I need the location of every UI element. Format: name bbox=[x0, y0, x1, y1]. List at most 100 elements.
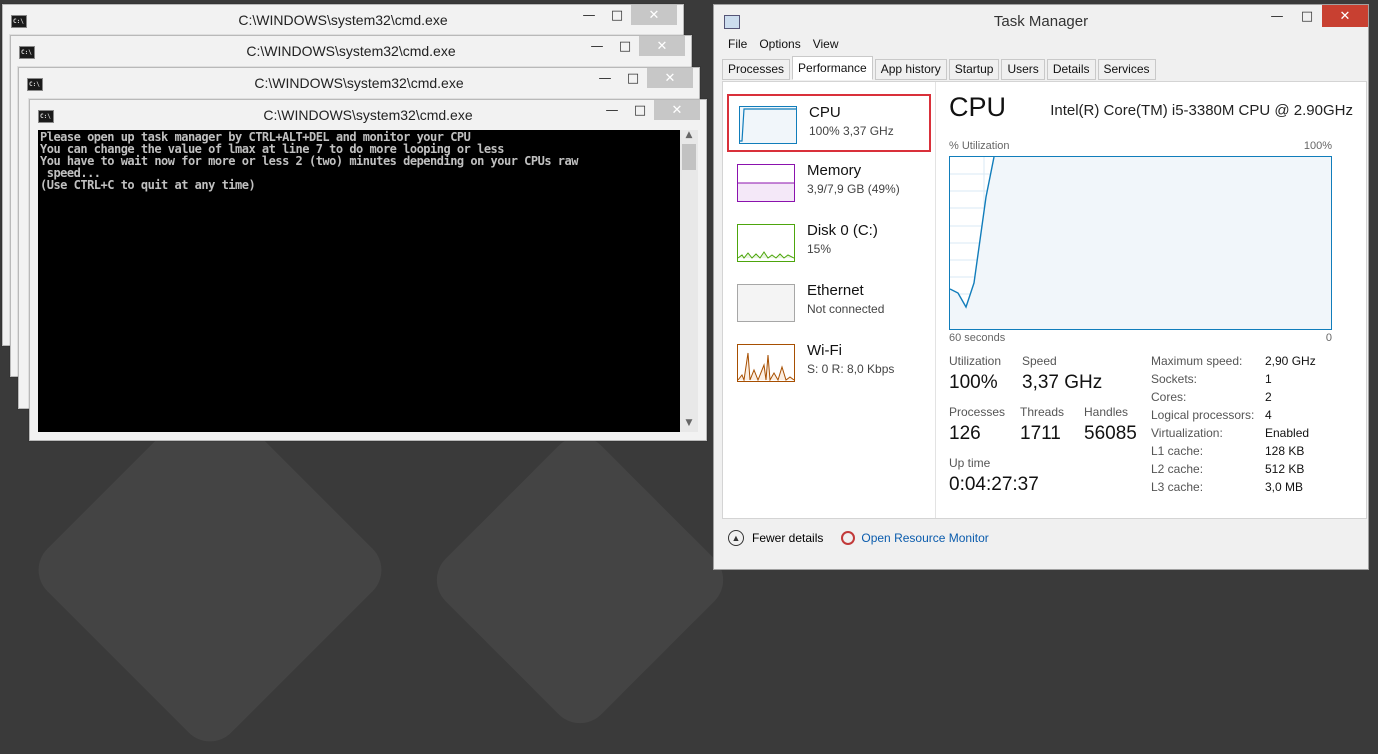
detail-value: 1 bbox=[1265, 372, 1272, 386]
utilization-label: Utilization bbox=[949, 354, 1002, 368]
resource-name: Wi-Fi bbox=[807, 342, 842, 359]
minimize-button[interactable]: — bbox=[583, 36, 611, 56]
tm-titlebar[interactable]: Task Manager — □ ✕ bbox=[714, 5, 1368, 37]
scroll-up-icon[interactable]: ▲ bbox=[680, 130, 698, 144]
minimize-button[interactable]: — bbox=[598, 100, 626, 120]
scroll-down-icon[interactable]: ▼ bbox=[680, 418, 698, 432]
resource-value: S: 0 R: 8,0 Kbps bbox=[807, 362, 895, 376]
console-line: You have to wait now for more or less 2 … bbox=[40, 154, 578, 168]
desktop-shape bbox=[424, 424, 736, 736]
resource-name: Memory bbox=[807, 162, 862, 179]
resource-value: 3,9/7,9 GB (49%) bbox=[807, 182, 900, 196]
resource-name: Ethernet bbox=[807, 282, 864, 299]
resource-value: 100% 3,37 GHz bbox=[809, 124, 894, 138]
task-manager-window[interactable]: Task Manager — □ ✕ File Options View Pro… bbox=[713, 4, 1369, 570]
cpu-heading: CPU bbox=[949, 92, 1007, 122]
resource-name: CPU bbox=[809, 104, 841, 121]
detail-key: Sockets: bbox=[1151, 372, 1198, 386]
detail-key: L3 cache: bbox=[1151, 480, 1204, 494]
tab-processes[interactable]: Processes bbox=[722, 59, 791, 80]
fewer-details-button[interactable]: Fewer details bbox=[752, 531, 823, 545]
resource-list: CPU 100% 3,37 GHz Memory 3,9/7,9 GB (49%… bbox=[723, 82, 936, 518]
speed-value: 3,37 GHz bbox=[1022, 372, 1103, 393]
detail-value: Enabled bbox=[1265, 426, 1310, 440]
resource-wifi[interactable]: Wi-Fi S: 0 R: 8,0 Kbps bbox=[727, 334, 931, 392]
tab-app-history[interactable]: App history bbox=[874, 59, 947, 80]
maximize-button[interactable]: □ bbox=[1292, 5, 1322, 27]
console-output[interactable]: Please open up task manager by CTRL+ALT+… bbox=[38, 130, 680, 432]
menu-view[interactable]: View bbox=[813, 37, 839, 55]
resource-value: Not connected bbox=[807, 302, 885, 316]
resource-monitor-icon bbox=[841, 531, 856, 545]
processes-value: 126 bbox=[949, 423, 981, 444]
detail-key: Virtualization: bbox=[1151, 426, 1223, 440]
graph-zero: 0 bbox=[1325, 332, 1332, 344]
cpu-model: Intel(R) Core(TM) i5-3380M CPU @ 2.90GHz bbox=[1050, 102, 1353, 119]
tab-startup[interactable]: Startup bbox=[948, 59, 1000, 80]
tab-services[interactable]: Services bbox=[1097, 59, 1156, 80]
detail-value: 512 KB bbox=[1265, 462, 1305, 476]
cmd-titlebar[interactable]: C:\ C:\WINDOWS\system32\cmd.exe — □ ✕ bbox=[3, 5, 683, 35]
close-button[interactable]: ✕ bbox=[1322, 5, 1368, 27]
chevron-up-icon[interactable]: ▲ bbox=[728, 530, 744, 546]
cpu-utilization-graph bbox=[949, 156, 1332, 330]
vertical-scrollbar[interactable]: ▲ ▼ bbox=[680, 130, 698, 432]
cmd-titlebar[interactable]: C:\ C:\WINDOWS\system32\cmd.exe — □ ✕ bbox=[11, 36, 691, 66]
cpu-mini-graph bbox=[739, 106, 797, 144]
handles-value: 56085 bbox=[1084, 423, 1137, 444]
detail-key: L1 cache: bbox=[1151, 444, 1204, 458]
tab-users[interactable]: Users bbox=[1001, 59, 1045, 80]
wifi-mini-graph bbox=[737, 344, 795, 382]
console-line: (Use CTRL+C to quit at any time) bbox=[40, 178, 256, 192]
cmd-titlebar[interactable]: C:\ C:\WINDOWS\system32\cmd.exe — □ ✕ bbox=[30, 100, 706, 130]
utilization-value: 100% bbox=[949, 372, 998, 393]
threads-label: Threads bbox=[1020, 405, 1065, 419]
detail-key: Maximum speed: bbox=[1151, 354, 1243, 368]
uptime-label: Up time bbox=[949, 456, 991, 470]
performance-panel: CPU 100% 3,37 GHz Memory 3,9/7,9 GB (49%… bbox=[722, 81, 1367, 519]
detail-value: 4 bbox=[1265, 408, 1272, 422]
maximize-button[interactable]: □ bbox=[603, 5, 631, 25]
resource-memory[interactable]: Memory 3,9/7,9 GB (49%) bbox=[727, 154, 931, 212]
open-resource-monitor-link[interactable]: Open Resource Monitor bbox=[861, 531, 988, 545]
tm-footer: ▲ Fewer details Open Resource Monitor bbox=[728, 525, 989, 551]
tab-performance[interactable]: Performance bbox=[792, 56, 873, 80]
detail-value: 2,90 GHz bbox=[1265, 354, 1316, 368]
maximize-button[interactable]: □ bbox=[619, 68, 647, 88]
cmd-titlebar[interactable]: C:\ C:\WINDOWS\system32\cmd.exe — □ ✕ bbox=[19, 68, 699, 98]
resource-disk[interactable]: Disk 0 (C:) 15% bbox=[727, 214, 931, 272]
threads-value: 1711 bbox=[1020, 423, 1061, 444]
detail-key: Logical processors: bbox=[1151, 408, 1255, 422]
menu-options[interactable]: Options bbox=[759, 37, 800, 55]
tab-bar: Processes Performance App history Startu… bbox=[722, 56, 1156, 80]
resource-ethernet[interactable]: Ethernet Not connected bbox=[727, 274, 931, 332]
close-button[interactable]: ✕ bbox=[654, 100, 700, 120]
speed-label: Speed bbox=[1022, 354, 1057, 368]
scroll-thumb[interactable] bbox=[682, 144, 696, 170]
graph-time-span: 60 seconds bbox=[949, 332, 1006, 344]
handles-label: Handles bbox=[1084, 405, 1129, 419]
menu-file[interactable]: File bbox=[728, 37, 747, 55]
close-button[interactable]: ✕ bbox=[639, 36, 685, 56]
maximize-button[interactable]: □ bbox=[626, 100, 654, 120]
close-button[interactable]: ✕ bbox=[647, 68, 693, 88]
ethernet-mini-graph bbox=[737, 284, 795, 322]
close-button[interactable]: ✕ bbox=[631, 5, 677, 25]
graph-label: % Utilization bbox=[949, 140, 1010, 152]
detail-value: 128 KB bbox=[1265, 444, 1305, 458]
minimize-button[interactable]: — bbox=[575, 5, 603, 25]
detail-key: L2 cache: bbox=[1151, 462, 1204, 476]
tab-details[interactable]: Details bbox=[1046, 59, 1096, 80]
resource-cpu[interactable]: CPU 100% 3,37 GHz bbox=[727, 94, 931, 152]
cmd-window-4[interactable]: C:\ C:\WINDOWS\system32\cmd.exe — □ ✕ Pl… bbox=[29, 99, 707, 441]
maximize-button[interactable]: □ bbox=[611, 36, 639, 56]
memory-mini-graph bbox=[737, 164, 795, 202]
resource-name: Disk 0 (C:) bbox=[807, 222, 878, 239]
minimize-button[interactable]: — bbox=[1262, 5, 1292, 27]
uptime-value: 0:04:27:37 bbox=[949, 474, 1039, 495]
minimize-button[interactable]: — bbox=[591, 68, 619, 88]
detail-key: Cores: bbox=[1151, 390, 1187, 404]
detail-value: 2 bbox=[1265, 390, 1272, 404]
menu-bar: File Options View bbox=[714, 37, 1368, 55]
processes-label: Processes bbox=[949, 405, 1006, 419]
